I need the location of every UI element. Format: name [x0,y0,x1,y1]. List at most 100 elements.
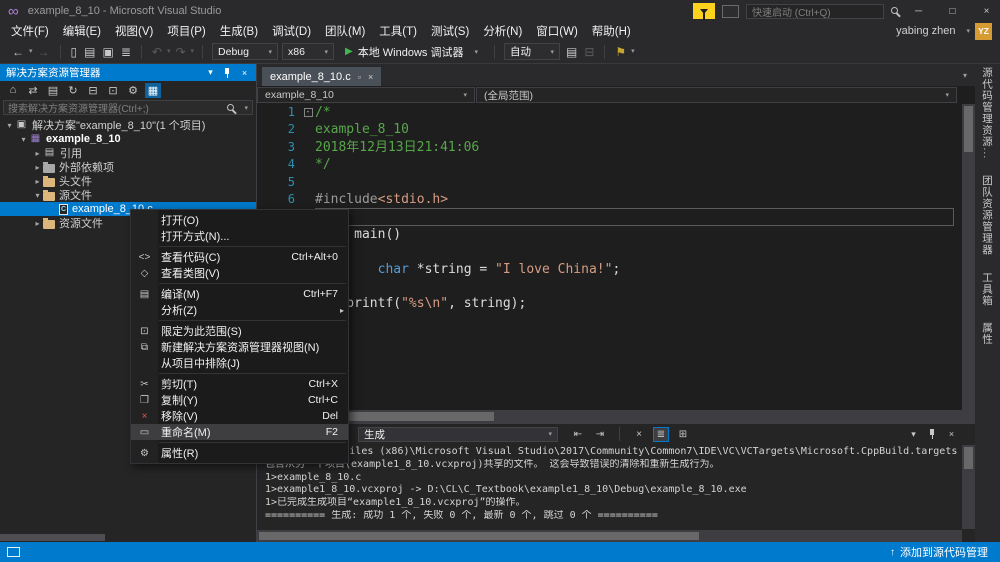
context-menu-item-rename[interactable]: ▭重命名(M)F2 [131,424,348,440]
cancel-build-icon[interactable]: ⊟ [582,46,596,58]
tree-item-extdep[interactable]: ▸外部依赖项 [0,160,256,174]
undo-dropdown-icon[interactable]: ▾ [167,48,171,55]
window-position-chevron-icon[interactable]: ▾ [906,429,921,440]
context-menu-item-copy[interactable]: ❐复制(Y)Ctrl+C [131,392,348,408]
context-menu-item-exclude-from-project[interactable]: 从项目中排除(J) [131,355,348,371]
flag-dropdown-icon[interactable]: ▾ [631,48,635,55]
toggle-output-pane-icon[interactable]: ⊞ [675,427,691,442]
context-menu-item-scope-to-this[interactable]: ⊡限定为此范围(S) [131,323,348,339]
tree-item-refs[interactable]: ▸▤引用 [0,146,256,160]
save-all-icon[interactable]: ≣ [119,46,133,58]
context-menu-item-class-diagram[interactable]: ◇查看类图(V) [131,265,348,281]
nav-scope-dropdown[interactable]: (全局范围) ▾ [476,87,957,103]
menu-调试(D)[interactable]: 调试(D) [265,23,318,39]
editor-horizontal-scrollbar[interactable] [257,410,962,423]
output-horizontal-scrollbar[interactable] [257,530,962,542]
properties-icon[interactable]: ⚙ [125,83,141,98]
navigate-back-icon[interactable]: ← [10,46,26,58]
pin-icon[interactable] [220,68,235,78]
expander-icon[interactable]: ▸ [32,177,43,186]
scope-to-this-icon[interactable]: ⊡ [105,83,121,98]
quick-launch-input[interactable]: 快速启动 (Ctrl+Q) [746,4,884,19]
menu-窗口(W)[interactable]: 窗口(W) [529,23,585,39]
right-tab-工具箱[interactable]: 工具箱 [980,272,995,307]
tree-item-folder[interactable]: ▾源文件 [0,188,256,202]
context-menu-item-remove[interactable]: ×移除(V)Del [131,408,348,424]
expander-icon[interactable]: ▾ [32,191,43,200]
context-menu-item-properties[interactable]: ⚙属性(R) [131,445,348,461]
next-message-icon[interactable]: ⇥ [592,427,608,442]
expander-icon[interactable]: ▸ [32,219,43,228]
clear-all-icon[interactable]: × [631,427,647,442]
toggle-word-wrap-icon[interactable]: ≣ [653,427,669,442]
tree-item-project[interactable]: ▾▦example_8_10 [0,132,256,146]
previous-message-icon[interactable]: ⇤ [570,427,586,442]
undo-icon[interactable]: ↶ [150,46,164,58]
document-list-chevron-icon[interactable]: ▾ [955,71,975,80]
menu-工具(T)[interactable]: 工具(T) [372,23,424,39]
context-menu-item-open-with[interactable]: 打开方式(N)... [131,228,348,244]
refresh-icon[interactable]: ↻ [65,83,81,98]
expander-icon[interactable]: ▾ [4,121,15,130]
open-file-icon[interactable]: ▤ [82,46,97,58]
expander-icon[interactable]: ▸ [32,163,43,172]
right-tab-团队资源管理器[interactable]: 团队资源管理器 [980,175,995,256]
output-vertical-scrollbar[interactable] [962,445,975,529]
switch-views-icon[interactable]: ⇄ [25,83,41,98]
redo-dropdown-icon[interactable]: ▾ [191,48,195,55]
build-selection-icon[interactable]: ▤ [564,46,579,58]
context-menu-item-cut[interactable]: ✂剪切(T)Ctrl+X [131,376,348,392]
menu-分析(N)[interactable]: 分析(N) [476,23,529,39]
expander-icon[interactable]: ▸ [32,149,43,158]
menu-编辑(E)[interactable]: 编辑(E) [56,23,108,39]
editor-vertical-scrollbar[interactable] [962,104,975,410]
preview-selected-items-icon[interactable]: ▦ [145,83,161,98]
keep-open-icon[interactable]: ▫ [358,72,361,82]
context-menu-item-view-code[interactable]: <>查看代码(C)Ctrl+Alt+0 [131,249,348,265]
solution-platforms-dropdown[interactable]: x86 ▾ [282,43,334,60]
tab-close-icon[interactable]: × [368,72,373,82]
fold-collapse-icon[interactable]: - [304,108,313,117]
minimize-button[interactable]: ─ [905,0,932,22]
close-button[interactable]: × [973,0,1000,22]
menu-团队(M)[interactable]: 团队(M) [318,23,372,39]
context-menu-item-new-solution-explorer-view[interactable]: ⧉新建解决方案资源管理器视图(N) [131,339,348,355]
search-icon[interactable] [891,5,898,17]
collapse-all-icon[interactable]: ⊟ [85,83,101,98]
avatar[interactable]: YZ [975,23,992,40]
scrollbar-thumb[interactable] [964,106,973,152]
watch-dropdown[interactable]: 自动 ▾ [504,43,560,60]
home-icon[interactable]: ⌂ [5,83,21,98]
expander-icon[interactable]: ▾ [18,135,29,144]
code-editor[interactable]: 1-/*2example_8_1032018年12月13日21:41:064*/… [257,104,975,423]
output-source-dropdown[interactable]: 生成 ▾ [358,427,558,442]
menu-帮助(H)[interactable]: 帮助(H) [585,23,638,39]
close-panel-icon[interactable]: × [944,429,959,439]
context-menu-item-compile[interactable]: ▤编译(M)Ctrl+F7 [131,286,348,302]
navigate-forward-icon[interactable]: → [36,46,52,58]
tab-example-8-10-c[interactable]: example_8_10.c ▫ × [262,67,381,86]
solution-configurations-dropdown[interactable]: Debug ▾ [212,43,278,60]
fold-marker[interactable]: - [301,104,315,121]
filter-icon[interactable] [693,3,715,19]
save-icon[interactable]: ▣ [100,46,115,58]
context-menu-item-analyze[interactable]: 分析(Z)▸ [131,302,348,318]
new-file-icon[interactable]: ▯ [69,46,80,58]
start-debugging-button[interactable]: ▶ 本地 Windows 调试器 ▾ [338,44,485,60]
scrollbar-thumb[interactable] [964,447,973,469]
pending-changes-filter-icon[interactable]: ▤ [45,83,61,98]
feedback-icon[interactable] [722,5,739,18]
menu-视图(V)[interactable]: 视图(V) [108,23,160,39]
tree-item-folder[interactable]: ▸头文件 [0,174,256,188]
menu-文件(F)[interactable]: 文件(F) [4,23,56,39]
scrollbar-thumb[interactable] [0,534,105,541]
close-panel-icon[interactable]: × [237,68,252,78]
flag-icon[interactable]: ⚑ [613,46,628,58]
scrollbar-thumb[interactable] [259,532,699,540]
right-tab-属性[interactable]: 属性 [980,322,995,345]
pin-icon[interactable] [925,429,940,439]
menu-生成(B)[interactable]: 生成(B) [213,23,265,39]
menu-测试(S)[interactable]: 测试(S) [424,23,476,39]
redo-icon[interactable]: ↷ [173,46,187,58]
nav-project-dropdown[interactable]: example_8_10 ▾ [257,87,475,103]
